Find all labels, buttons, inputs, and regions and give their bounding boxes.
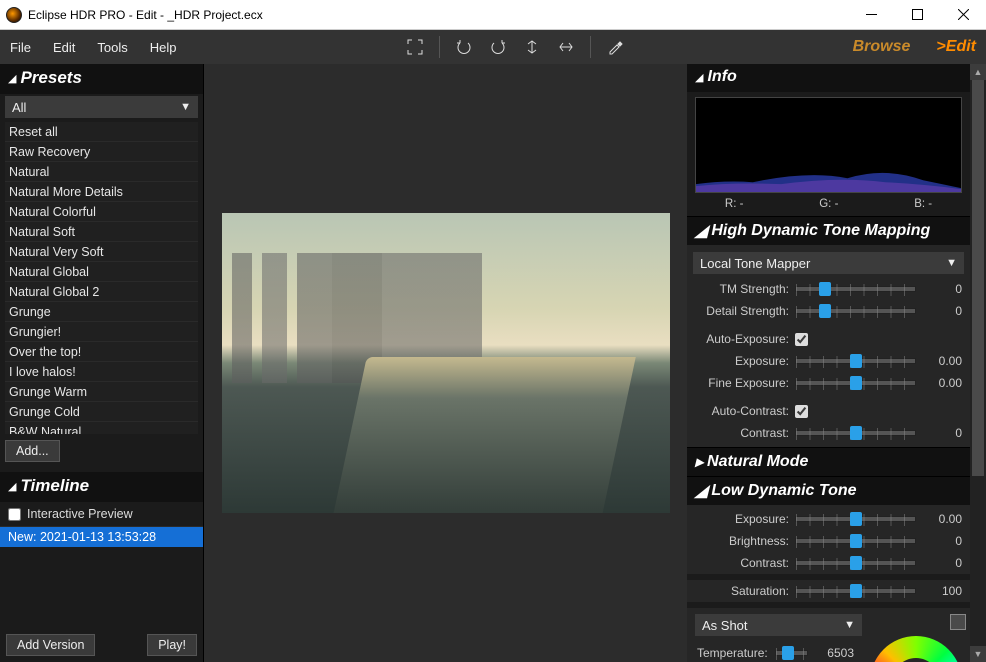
menu-edit[interactable]: Edit xyxy=(53,40,75,55)
preset-item[interactable]: Reset all xyxy=(5,122,198,142)
preset-item[interactable]: Over the top! xyxy=(5,342,198,362)
tone-mapper-dropdown[interactable]: Local Tone Mapper ▼ xyxy=(693,252,964,274)
rotate-ccw-icon[interactable] xyxy=(454,37,474,57)
preset-item[interactable]: Grungier! xyxy=(5,322,198,342)
scroll-down-button[interactable]: ▼ xyxy=(970,646,986,662)
window-title: Eclipse HDR PRO - Edit - _HDR Project.ec… xyxy=(28,8,263,22)
hdtm-contrast-slider[interactable]: Contrast:0 xyxy=(687,422,970,444)
title-bar: Eclipse HDR PRO - Edit - _HDR Project.ec… xyxy=(0,0,986,30)
flip-horizontal-icon[interactable] xyxy=(556,37,576,57)
preset-list: Reset allRaw RecoveryNaturalNatural More… xyxy=(5,122,198,434)
add-preset-button[interactable]: Add... xyxy=(5,440,60,462)
color-picker-icon[interactable] xyxy=(605,37,625,57)
preset-item[interactable]: Natural Very Soft xyxy=(5,242,198,262)
menu-file[interactable]: File xyxy=(10,40,31,55)
flip-vertical-icon[interactable] xyxy=(522,37,542,57)
preset-item[interactable]: B&W Natural xyxy=(5,422,198,434)
ldt-contrast-slider[interactable]: Contrast:0 xyxy=(687,552,970,574)
natural-mode-panel-header[interactable]: ▸ Natural Mode xyxy=(687,448,970,476)
fine-exposure-slider[interactable]: Fine Exposure:0.00 xyxy=(687,372,970,394)
menu-help[interactable]: Help xyxy=(150,40,177,55)
temperature-slider[interactable]: Temperature:6503 xyxy=(695,642,862,662)
preset-item[interactable]: Grunge Warm xyxy=(5,382,198,402)
minimize-button[interactable] xyxy=(848,0,894,30)
auto-exposure-row[interactable]: Auto-Exposure: xyxy=(687,328,970,350)
hdtm-panel-header[interactable]: ◢ High Dynamic Tone Mapping xyxy=(687,217,970,245)
right-scrollbar[interactable]: ▲ ▼ xyxy=(970,64,986,662)
collapse-icon: ◢ xyxy=(695,71,703,84)
mode-browse[interactable]: Browse xyxy=(853,38,911,56)
collapse-icon: ◢ xyxy=(8,480,16,493)
app-icon xyxy=(6,7,22,23)
rgb-readout: R: - G: - B: - xyxy=(687,196,970,216)
preset-item[interactable]: Grunge Cold xyxy=(5,402,198,422)
auto-contrast-row[interactable]: Auto-Contrast: xyxy=(687,400,970,422)
auto-exposure-checkbox[interactable] xyxy=(795,333,808,346)
rotate-cw-icon[interactable] xyxy=(488,37,508,57)
collapse-icon: ◢ xyxy=(695,221,707,241)
preset-item[interactable]: Raw Recovery xyxy=(5,142,198,162)
preset-category-dropdown[interactable]: All ▼ xyxy=(5,96,198,118)
white-balance-dropdown[interactable]: As Shot ▼ xyxy=(695,614,862,636)
play-button[interactable]: Play! xyxy=(147,634,197,656)
preset-item[interactable]: Natural Colorful xyxy=(5,202,198,222)
info-panel-header[interactable]: ◢ Info xyxy=(687,64,970,92)
menu-tools[interactable]: Tools xyxy=(97,40,127,55)
mode-edit[interactable]: >Edit xyxy=(936,38,976,56)
chevron-down-icon: ▼ xyxy=(180,101,191,113)
auto-contrast-checkbox[interactable] xyxy=(795,405,808,418)
interactive-preview-row[interactable]: Interactive Preview xyxy=(0,502,203,527)
interactive-preview-checkbox[interactable] xyxy=(8,508,21,521)
color-swatch[interactable] xyxy=(950,614,966,630)
ldt-brightness-slider[interactable]: Brightness:0 xyxy=(687,530,970,552)
scrollbar-thumb[interactable] xyxy=(972,80,984,476)
ldt-saturation-slider[interactable]: Saturation:100 xyxy=(687,580,970,602)
tm-strength-slider[interactable]: TM Strength:0 xyxy=(687,278,970,300)
timeline-version-item[interactable]: New: 2021-01-13 13:53:28 xyxy=(0,527,203,547)
preview-image xyxy=(222,213,670,513)
preset-item[interactable]: Natural Global xyxy=(5,262,198,282)
chevron-down-icon: ▼ xyxy=(844,619,855,631)
add-version-button[interactable]: Add Version xyxy=(6,634,95,656)
collapse-icon: ◢ xyxy=(8,72,16,85)
ldt-panel-header[interactable]: ◢ Low Dynamic Tone xyxy=(687,477,970,505)
chevron-down-icon: ▼ xyxy=(946,257,957,269)
close-button[interactable] xyxy=(940,0,986,30)
preset-item[interactable]: Natural Global 2 xyxy=(5,282,198,302)
expand-icon: ▸ xyxy=(695,452,703,472)
color-wheel[interactable] xyxy=(870,614,962,662)
timeline-panel-header[interactable]: ◢ Timeline xyxy=(0,472,203,502)
fit-screen-icon[interactable] xyxy=(405,37,425,57)
preset-item[interactable]: Natural xyxy=(5,162,198,182)
collapse-icon: ◢ xyxy=(695,481,707,501)
maximize-button[interactable] xyxy=(894,0,940,30)
histogram xyxy=(695,97,962,193)
hdtm-exposure-slider[interactable]: Exposure:0.00 xyxy=(687,350,970,372)
preset-item[interactable]: Natural Soft xyxy=(5,222,198,242)
scroll-up-button[interactable]: ▲ xyxy=(970,64,986,80)
image-viewport[interactable] xyxy=(204,64,687,662)
preset-item[interactable]: Natural More Details xyxy=(5,182,198,202)
preset-item[interactable]: I love halos! xyxy=(5,362,198,382)
preset-item[interactable]: Grunge xyxy=(5,302,198,322)
detail-strength-slider[interactable]: Detail Strength:0 xyxy=(687,300,970,322)
presets-panel-header[interactable]: ◢ Presets xyxy=(0,64,203,94)
menu-bar: File Edit Tools Help Browse >Edit xyxy=(0,30,986,64)
ldt-exposure-slider[interactable]: Exposure:0.00 xyxy=(687,508,970,530)
